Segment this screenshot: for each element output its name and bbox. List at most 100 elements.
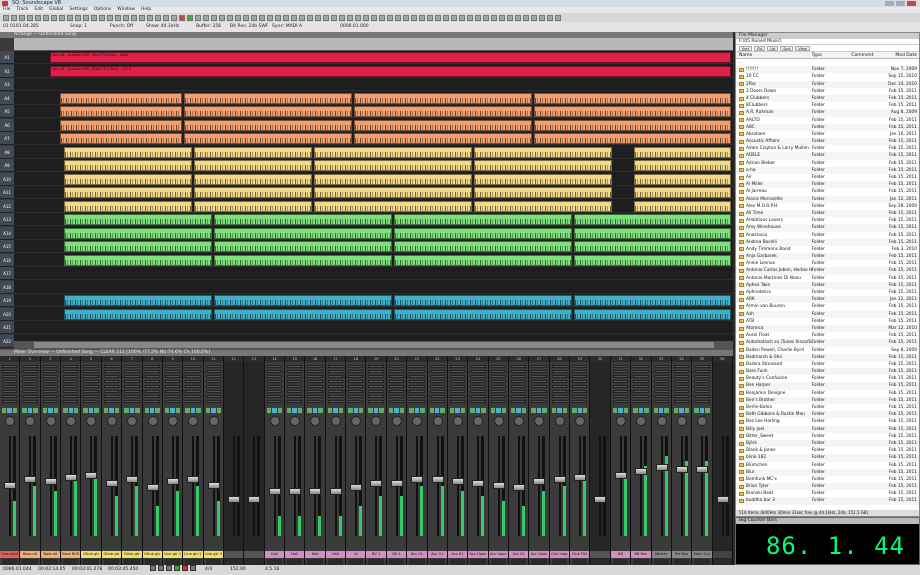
insert-slot[interactable] (185, 370, 201, 373)
insert-slot[interactable] (164, 375, 181, 378)
insert-slot[interactable] (612, 400, 629, 403)
channel-name[interactable]: Bass RHS (61, 551, 81, 558)
insert-slot[interactable] (673, 390, 690, 393)
toolbar-button-icon[interactable] (443, 14, 449, 21)
audio-clip[interactable] (64, 227, 212, 239)
record-arm-button[interactable] (33, 408, 38, 413)
file-row[interactable]: Badmarsh & Shri Folder Feb 15, 2011 (736, 353, 919, 361)
insert-slot[interactable] (22, 380, 38, 383)
transport-left[interactable]: 00:03:01.278 (72, 565, 102, 575)
insert-slot[interactable] (673, 395, 690, 398)
audio-clip[interactable] (194, 173, 312, 185)
insert-slot[interactable] (449, 395, 466, 398)
toolbar-button-icon[interactable] (507, 14, 513, 21)
toolbar-button-icon[interactable] (275, 14, 281, 21)
audio-clip[interactable] (474, 187, 612, 198)
insert-slot[interactable] (388, 395, 405, 398)
audio-clip[interactable] (314, 187, 472, 198)
insert-slot[interactable] (429, 395, 445, 398)
insert-slot[interactable] (653, 380, 669, 383)
fader-knob[interactable] (574, 474, 587, 481)
solo-button[interactable] (333, 408, 338, 413)
audio-clip[interactable] (534, 92, 731, 104)
pan-knob[interactable] (412, 416, 423, 426)
audio-clip[interactable] (574, 227, 731, 239)
pan-knob[interactable] (493, 416, 504, 426)
solo-button[interactable] (435, 408, 440, 413)
mute-button[interactable] (409, 408, 414, 413)
insert-slot[interactable] (348, 380, 364, 383)
insert-slot[interactable] (2, 390, 18, 393)
insert-slot[interactable] (470, 390, 486, 393)
toolbar-button-icon[interactable] (419, 14, 425, 21)
toolbar-button-icon[interactable] (411, 14, 417, 21)
record-arm-button[interactable] (155, 408, 160, 413)
insert-slot[interactable] (144, 365, 160, 368)
audio-clip[interactable] (60, 106, 182, 117)
channel-name[interactable]: BV 1 (386, 551, 407, 558)
record-arm-button[interactable] (501, 408, 506, 413)
insert-slot[interactable] (409, 375, 425, 378)
channel-name[interactable]: Master (651, 551, 671, 558)
audio-clip[interactable] (574, 214, 731, 225)
pan-knob[interactable] (656, 416, 667, 426)
insert-slot[interactable] (2, 385, 18, 388)
solo-button[interactable] (618, 408, 623, 413)
insert-slot[interactable] (287, 365, 303, 368)
audio-clip[interactable] (354, 106, 532, 117)
insert-slot[interactable] (531, 370, 547, 373)
toolbar-button-icon[interactable] (187, 14, 193, 21)
insert-slot[interactable] (287, 395, 303, 398)
toolbar-button-icon[interactable] (11, 14, 17, 21)
fader-knob[interactable] (44, 478, 57, 485)
fader-knob[interactable] (187, 476, 200, 483)
insert-slot[interactable] (429, 370, 445, 373)
solo-button[interactable] (394, 408, 399, 413)
toolbar-button-icon[interactable] (107, 14, 113, 21)
track-lane[interactable]: Vox Alt – Autoxm MIO: Send Pre/Post – Mu… (14, 51, 733, 64)
file-row[interactable]: 8Clubbers Folder Feb 15, 2011 (736, 102, 919, 109)
fader-knob[interactable] (146, 484, 159, 491)
insert-slot[interactable] (572, 390, 588, 393)
solo-button[interactable] (516, 408, 521, 413)
channel-name[interactable]: Gtlub gtr (122, 551, 142, 558)
insert-slot[interactable] (572, 380, 588, 383)
toolbar-button-icon[interactable] (51, 14, 57, 21)
track-number[interactable]: A1 (0, 51, 14, 64)
pan-knob[interactable] (371, 416, 382, 426)
file-row[interactable]: Billy Joel Folder Feb 15, 2011 (736, 425, 919, 433)
insert-slot[interactable] (164, 365, 181, 368)
insert-slot[interactable] (673, 365, 690, 368)
channel-name[interactable]: BB (610, 551, 631, 558)
track-lane[interactable] (14, 321, 733, 334)
solo-button[interactable] (149, 408, 155, 413)
solo-button[interactable] (272, 408, 277, 413)
toolbar-button-icon[interactable] (427, 14, 433, 21)
insert-slot[interactable] (63, 390, 79, 393)
mute-button[interactable] (429, 408, 434, 413)
record-arm-button[interactable] (318, 408, 323, 413)
pan-knob[interactable] (5, 416, 15, 426)
record-arm-button[interactable] (644, 408, 649, 413)
track-lane[interactable] (14, 294, 733, 307)
track-lane[interactable] (14, 227, 733, 240)
insert-slot[interactable] (327, 365, 344, 368)
file-row[interactable]: Amy Winehouse Folder Feb 15, 2011 (736, 224, 919, 232)
insert-slot[interactable] (42, 390, 59, 393)
audio-clip[interactable] (394, 295, 572, 306)
insert-slot[interactable] (124, 390, 140, 393)
audio-clip[interactable] (60, 119, 182, 131)
solo-button[interactable] (638, 408, 644, 413)
pan-knob[interactable] (534, 416, 545, 426)
insert-slot[interactable] (653, 390, 669, 393)
channel-name[interactable]: Acc Upon (529, 551, 549, 558)
file-row[interactable]: a-ha Folder Feb 15, 2011 (736, 166, 919, 174)
insert-slot[interactable] (653, 400, 669, 403)
toolbar-button-icon[interactable] (355, 14, 361, 21)
insert-slot[interactable] (490, 395, 506, 398)
mute-button[interactable] (327, 408, 333, 413)
insert-slot[interactable] (470, 380, 486, 383)
audio-clip[interactable] (64, 214, 212, 225)
toolbar-button-icon[interactable] (251, 14, 257, 21)
track-lane[interactable] (14, 173, 733, 186)
